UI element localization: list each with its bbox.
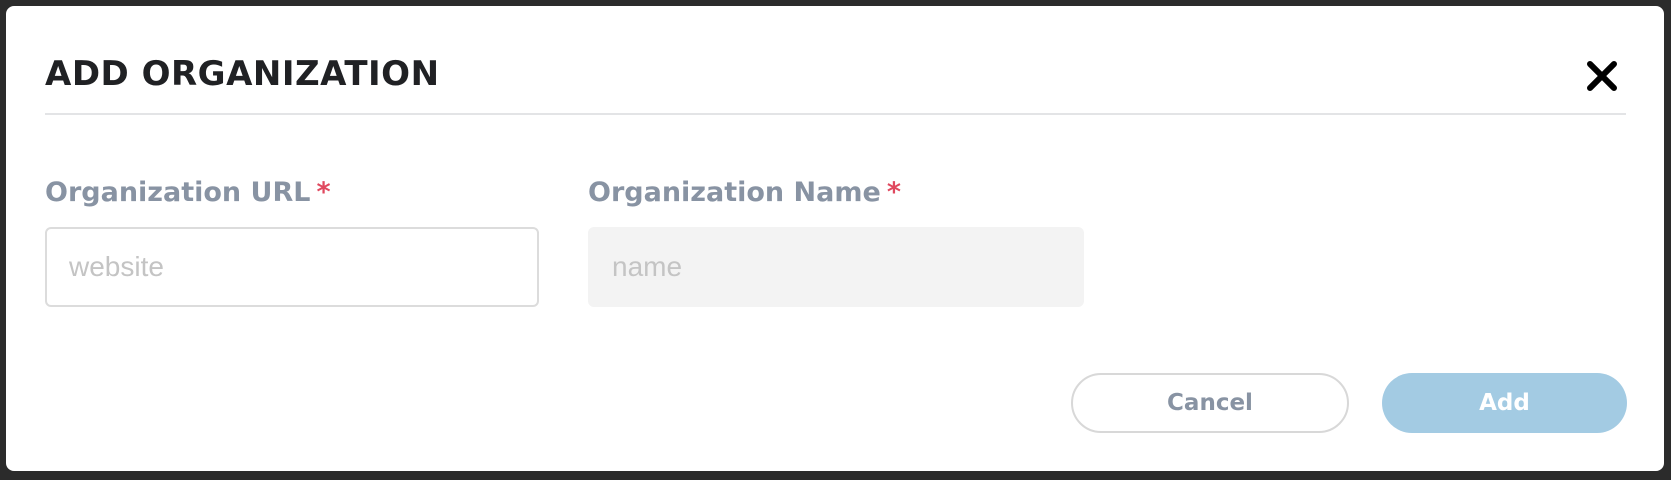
organization-name-field: Organization Name *: [588, 176, 1084, 307]
required-mark: *: [886, 177, 901, 208]
modal-title: ADD ORGANIZATION: [45, 54, 440, 94]
cancel-button[interactable]: Cancel: [1071, 373, 1349, 433]
add-organization-modal: ADD ORGANIZATION Organization URL* Organ…: [6, 6, 1664, 471]
organization-name-label: Organization Name *: [588, 176, 901, 210]
add-button[interactable]: Add: [1382, 373, 1627, 433]
organization-url-label-text: Organization URL: [45, 177, 311, 208]
close-x-icon: [1587, 61, 1617, 91]
close-button[interactable]: [1584, 58, 1620, 94]
organization-url-input[interactable]: [45, 227, 539, 307]
required-mark: *: [316, 177, 331, 208]
organization-url-label: Organization URL *: [45, 176, 331, 210]
organization-url-field: Organization URL *: [45, 176, 539, 307]
organization-name-label-text: Organization Name: [588, 177, 881, 208]
modal-header: ADD ORGANIZATION: [45, 6, 1626, 115]
organization-name-input[interactable]: [588, 227, 1084, 307]
